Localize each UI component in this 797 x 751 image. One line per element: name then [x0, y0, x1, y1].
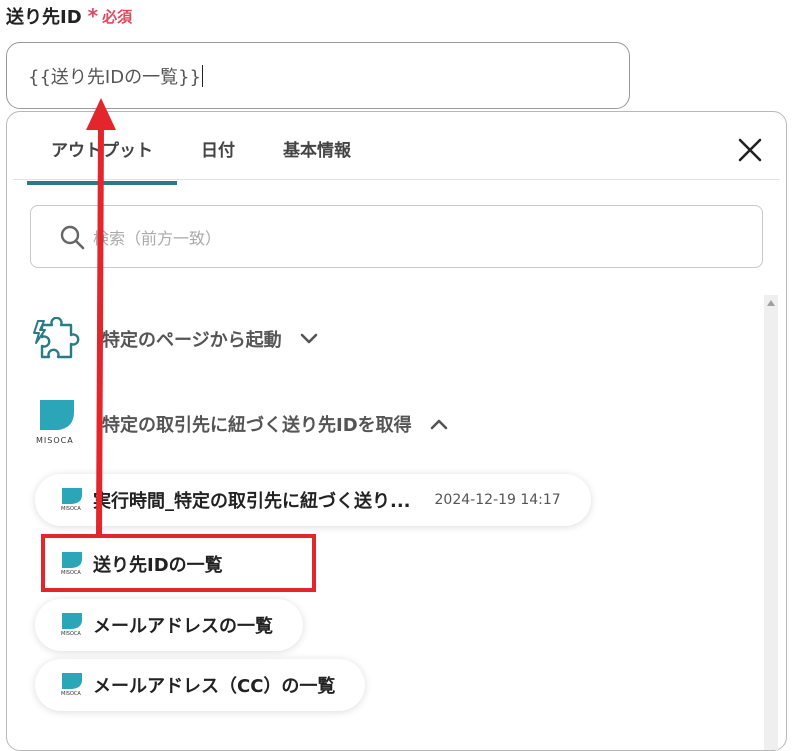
item-label: メールアドレスの一覧 [93, 616, 273, 637]
group-label: 特定のページから起動 [102, 330, 282, 351]
required-star: * [87, 4, 99, 28]
tab-date[interactable]: 日付 [177, 136, 259, 185]
output-item-execution-time[interactable]: MISOCA 実行時間_特定の取引先に紐づく送り... 2024-12-19 1… [35, 474, 591, 526]
annotation-highlight-box [41, 534, 316, 592]
misoca-icon: MISOCA [61, 612, 83, 638]
search-placeholder: 検索（前方一致） [93, 228, 222, 248]
tab-divider [13, 179, 780, 180]
puzzle-lightning-icon [33, 317, 80, 359]
group-get-destination-ids[interactable]: MISOCA 特定の取引先に紐づく送り先IDを取得 [32, 398, 448, 450]
misoca-logo: MISOCA [32, 398, 82, 450]
item-label: 実行時間_特定の取引先に紐づく送り... [93, 491, 411, 512]
required-text: 必須 [102, 7, 133, 26]
output-item-email-list[interactable]: MISOCA メールアドレスの一覧 [35, 599, 303, 651]
scroll-up-arrow-icon[interactable] [767, 300, 775, 306]
search-input[interactable]: 検索（前方一致） [30, 205, 763, 268]
input-value: {{送り先IDの一覧}} [28, 66, 201, 88]
misoca-icon: MISOCA [61, 487, 83, 513]
item-label: メールアドレス（CC）の一覧 [93, 676, 336, 697]
tab-output[interactable]: アウトプット [27, 136, 177, 185]
group-page-trigger[interactable]: 特定のページから起動 [32, 317, 318, 361]
destination-id-input[interactable]: {{送り先IDの一覧}} [6, 42, 630, 109]
misoca-icon: MISOCA [61, 672, 83, 698]
field-label: 送り先ID * 必須 [6, 3, 132, 29]
chevron-up-icon [430, 419, 447, 430]
group-label: 特定の取引先に紐づく送り先IDを取得 [102, 415, 412, 436]
search-icon [60, 225, 85, 249]
item-timestamp: 2024-12-19 14:17 [434, 492, 561, 508]
scrollbar[interactable] [764, 295, 778, 750]
output-item-email-cc-list[interactable]: MISOCA メールアドレス（CC）の一覧 [35, 659, 366, 711]
tab-bar: アウトプット 日付 基本情報 [27, 136, 375, 185]
misoca-mark-icon [40, 400, 74, 430]
misoca-caption: MISOCA [36, 436, 74, 445]
field-label-text: 送り先ID [6, 7, 82, 28]
close-button[interactable] [735, 135, 765, 165]
text-caret [201, 64, 203, 87]
chevron-down-icon [300, 333, 317, 344]
close-icon [738, 138, 762, 162]
output-picker-panel: アウトプット 日付 基本情報 検索（前方一致） 特定のページから起動 MISOC… [6, 111, 787, 751]
tab-basic-info[interactable]: 基本情報 [259, 136, 375, 185]
